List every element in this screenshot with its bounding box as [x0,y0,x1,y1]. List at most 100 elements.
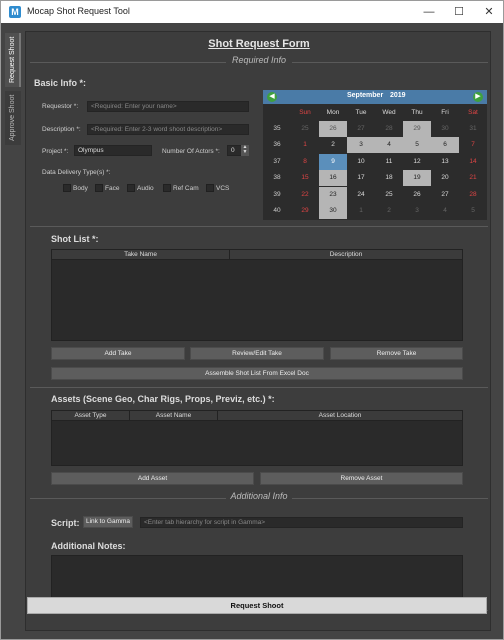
shot-list-table[interactable]: Take Name Description [51,249,463,341]
prev-month-icon[interactable]: ◀ [267,92,277,102]
notes-textarea[interactable] [51,555,463,601]
calendar-day[interactable]: 1 [347,203,375,219]
calendar-week-number: 39 [273,190,281,198]
calendar-month[interactable]: September [347,92,383,99]
calendar-day[interactable]: 26 [403,187,431,203]
add-take-button[interactable]: Add Take [51,347,185,360]
calendar-day[interactable]: 30 [431,121,459,137]
checkbox-vcs[interactable] [206,184,214,192]
link-to-gamma-button[interactable]: Link to Gamma [83,516,133,528]
calendar-day[interactable]: 31 [459,121,487,137]
assets-heading: Assets (Scene Geo, Char Rigs, Props, Pre… [51,394,275,404]
column-header-asset-location[interactable]: Asset Location [218,411,462,421]
side-tab-bar: Request Shoot Approve Shoot [4,27,22,635]
calendar-day[interactable]: 18 [375,170,403,186]
client-area: Request Shoot Approve Shoot Shot Request… [1,23,503,639]
calendar-day[interactable]: 29 [291,203,319,219]
column-header-description[interactable]: Description [230,250,462,260]
next-month-icon[interactable]: ▶ [473,92,483,102]
calendar-day[interactable]: 25 [291,121,319,137]
tab-approve-shoot[interactable]: Approve Shoot [5,91,21,145]
calendar-day[interactable]: 26 [319,121,347,137]
script-input[interactable]: <Enter tab hierarchy for script in Gamma… [140,517,463,528]
requestor-label: Requestor *: [42,103,79,110]
calendar-day-header: Wed [382,109,396,116]
project-input[interactable]: Olympus [74,145,152,156]
calendar-day[interactable]: 15 [291,170,319,186]
calendar-day[interactable]: 22 [291,187,319,203]
calendar-header: ◀ September 2019 ▶ [263,90,487,104]
calendar-day[interactable]: 4 [431,203,459,219]
calendar-day[interactable]: 12 [403,154,431,170]
calendar-week-number: 38 [273,174,281,182]
calendar-day[interactable]: 21 [459,170,487,186]
window-title: Mocap Shot Request Tool [27,6,130,16]
calendar-day[interactable]: 25 [375,187,403,203]
description-input[interactable]: <Required: Enter 2-3 word shoot descript… [87,124,249,135]
calendar-day[interactable]: 8 [291,154,319,170]
requestor-input[interactable]: <Required: Enter your name> [87,101,249,112]
calendar-day[interactable]: 7 [459,137,487,153]
checkbox-face[interactable] [95,184,103,192]
calendar-day[interactable]: 29 [403,121,431,137]
calendar-day[interactable]: 5 [403,137,431,154]
add-asset-button[interactable]: Add Asset [51,472,254,485]
checkbox-label: Audio [137,185,154,192]
column-header-asset-name[interactable]: Asset Name [130,411,218,421]
calendar-day[interactable]: 30 [319,203,347,219]
calendar-day[interactable]: 27 [431,187,459,203]
calendar-day[interactable]: 2 [375,203,403,219]
calendar-day[interactable]: 2 [319,137,347,153]
basic-info-heading: Basic Info *: [34,78,87,88]
request-shoot-button[interactable]: Request Shoot [27,597,487,614]
column-header-asset-type[interactable]: Asset Type [52,411,130,421]
calendar-day[interactable]: 19 [403,170,431,187]
calendar-day[interactable]: 27 [347,121,375,137]
checkbox-body[interactable] [63,184,71,192]
calendar-day[interactable]: 28 [375,121,403,137]
calendar-year[interactable]: 2019 [390,92,406,99]
remove-asset-button[interactable]: Remove Asset [260,472,463,485]
calendar-day[interactable]: 20 [431,170,459,186]
calendar-day[interactable]: 14 [459,154,487,170]
close-icon[interactable]: ✕ [475,3,503,21]
maximize-icon[interactable]: ☐ [445,3,473,21]
calendar-day[interactable]: 11 [375,154,403,170]
calendar-day[interactable]: 23 [319,186,347,203]
column-header-take-name[interactable]: Take Name [52,250,230,260]
calendar-day[interactable]: 9 [319,153,347,170]
divider [292,498,488,499]
calendar-day[interactable]: 17 [347,170,375,186]
remove-take-button[interactable]: Remove Take [330,347,463,360]
section-required-info: Required Info [231,55,287,65]
assets-table[interactable]: Asset Type Asset Name Asset Location [51,410,463,466]
calendar-week-number: 37 [273,157,281,165]
calendar-day[interactable]: 1 [291,137,319,153]
calendar-day[interactable]: 10 [347,154,375,170]
calendar-week-number: 35 [273,125,281,132]
review-edit-take-button[interactable]: Review/Edit Take [190,347,324,360]
calendar-day-header: Thu [411,109,423,116]
calendar-day[interactable]: 3 [403,203,431,219]
calendar-day-header: Sat [468,109,478,116]
minimize-icon[interactable]: — [415,3,443,21]
stepper-arrows-icon[interactable]: ▲ ▼ [241,145,249,156]
divider [292,62,488,63]
calendar-day[interactable]: 6 [431,137,459,154]
calendar-day[interactable]: 28 [459,187,487,203]
script-label: Script: [51,518,80,528]
assemble-shot-list-button[interactable]: Assemble Shot List From Excel Doc [51,367,463,380]
tab-request-shoot[interactable]: Request Shoot [5,33,21,87]
divider [30,226,488,227]
checkbox-label: Ref Cam [173,185,199,192]
calendar-day[interactable]: 3 [347,137,375,154]
calendar-day[interactable]: 16 [319,170,347,187]
calendar-day[interactable]: 24 [347,187,375,203]
calendar-day[interactable]: 13 [431,154,459,170]
checkbox-ref-cam[interactable] [163,184,171,192]
checkbox-audio[interactable] [127,184,135,192]
calendar-day[interactable]: 5 [459,203,487,219]
calendar-day-header: Mon [326,109,340,116]
date-calendar[interactable]: ◀ September 2019 ▶ Sun Mon Tue Wed Thu Fri Sat… [263,90,487,220]
calendar-day[interactable]: 4 [375,137,403,154]
